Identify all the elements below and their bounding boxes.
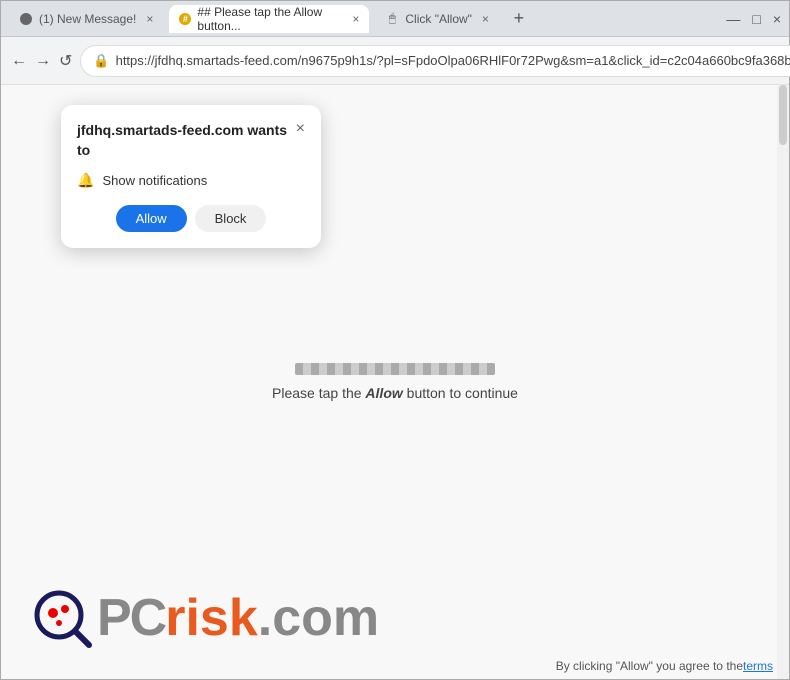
tab3-label: Click "Allow" <box>405 12 472 26</box>
tab2-label: ## Please tap the Allow button... <box>197 5 342 33</box>
progress-allow-word: Allow <box>365 385 402 401</box>
logo-area: PCrisk.com <box>31 587 379 649</box>
tab3-favicon-icon: 🖱 <box>389 11 396 26</box>
new-tab-button[interactable]: + <box>505 5 533 33</box>
browser-window: (1) New Message! × # ## Please tap the A… <box>0 0 790 680</box>
progress-suffix: button to continue <box>403 385 518 401</box>
progress-prefix: Please tap the <box>272 385 365 401</box>
tab-1[interactable]: (1) New Message! × <box>9 5 163 33</box>
popup-title: jfdhq.smartads-feed.com wants to <box>77 121 296 160</box>
bottom-bar: By clicking "Allow" you agree to the ter… <box>1 653 789 679</box>
popup-option-label: Show notifications <box>102 173 207 188</box>
tab-2[interactable]: # ## Please tap the Allow button... × <box>169 5 369 33</box>
minimize-button[interactable]: — <box>726 11 740 27</box>
popup-header: jfdhq.smartads-feed.com wants to × <box>77 121 305 160</box>
tab2-favicon: # <box>179 12 191 26</box>
allow-button[interactable]: Allow <box>116 205 187 232</box>
tab2-close-icon[interactable]: × <box>352 12 359 26</box>
popup-buttons: Allow Block <box>77 205 305 232</box>
popup-option: 🔔 Show notifications <box>77 172 305 189</box>
popup-close-icon[interactable]: × <box>296 121 305 137</box>
logo-dotcom-text: .com <box>258 588 379 648</box>
tab1-close-icon[interactable]: × <box>146 12 153 26</box>
terms-link[interactable]: terms <box>743 659 773 673</box>
url-text: https://jfdhq.smartads-feed.com/n9675p9h… <box>116 53 790 68</box>
title-bar: (1) New Message! × # ## Please tap the A… <box>1 1 789 37</box>
scrollbar-thumb[interactable] <box>779 85 787 145</box>
progress-text: Please tap the Allow button to continue <box>272 385 518 401</box>
forward-button[interactable]: → <box>35 47 51 75</box>
logo-icon <box>31 587 93 649</box>
close-window-button[interactable]: × <box>773 11 781 27</box>
maximize-button[interactable]: □ <box>752 11 760 27</box>
tab3-close-icon[interactable]: × <box>482 12 489 26</box>
tab2-favicon-icon: # <box>179 13 191 25</box>
notification-popup: jfdhq.smartads-feed.com wants to × 🔔 Sho… <box>61 105 321 248</box>
tab-3[interactable]: 🖱 Click "Allow" × <box>375 5 499 33</box>
back-button[interactable]: ← <box>11 47 27 75</box>
address-bar: ← → ↺ 🔒 https://jfdhq.smartads-feed.com/… <box>1 37 789 85</box>
block-button[interactable]: Block <box>195 205 267 232</box>
footer-text: By clicking "Allow" you agree to the <box>556 659 743 673</box>
page-content: jfdhq.smartads-feed.com wants to × 🔔 Sho… <box>1 85 789 679</box>
logo-text-group: PCrisk.com <box>97 588 379 648</box>
progress-bar <box>295 363 495 375</box>
refresh-button[interactable]: ↺ <box>59 47 72 75</box>
tab1-favicon <box>19 12 33 26</box>
tab1-label: (1) New Message! <box>39 12 136 26</box>
lock-icon: 🔒 <box>93 53 109 69</box>
scrollbar[interactable] <box>777 85 789 679</box>
url-box[interactable]: 🔒 https://jfdhq.smartads-feed.com/n9675p… <box>80 45 790 77</box>
tab3-favicon: 🖱 <box>385 12 399 26</box>
logo-pc-text: PC <box>97 592 165 644</box>
bell-icon: 🔔 <box>77 172 94 189</box>
center-content: Please tap the Allow button to continue <box>272 363 518 401</box>
window-controls: — □ × <box>726 11 781 27</box>
logo-risk-text: risk <box>165 588 258 648</box>
